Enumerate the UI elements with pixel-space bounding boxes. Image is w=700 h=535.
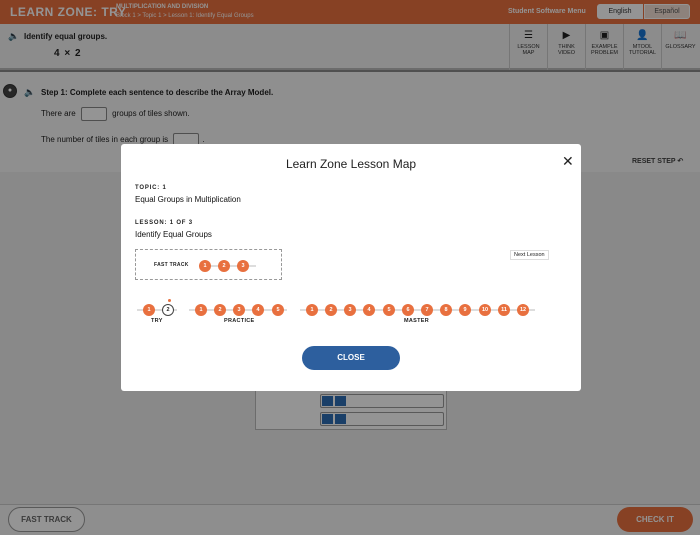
practice-step[interactable]: 3 xyxy=(233,304,245,316)
master-step[interactable]: 4 xyxy=(363,304,375,316)
practice-label: PRACTICE xyxy=(224,318,255,324)
topic-label: TOPIC: 1 xyxy=(135,185,167,191)
fast-track-step[interactable]: 3 xyxy=(237,260,249,272)
master-step[interactable]: 10 xyxy=(479,304,491,316)
master-step[interactable]: 6 xyxy=(402,304,414,316)
master-step[interactable]: 11 xyxy=(498,304,510,316)
master-step[interactable]: 3 xyxy=(344,304,356,316)
practice-step[interactable]: 4 xyxy=(252,304,264,316)
master-step[interactable]: 7 xyxy=(421,304,433,316)
practice-step[interactable]: 1 xyxy=(195,304,207,316)
master-step[interactable]: 8 xyxy=(440,304,452,316)
fast-track-step[interactable]: 1 xyxy=(199,260,211,272)
current-step-marker xyxy=(168,299,171,302)
fast-track-step[interactable]: 2 xyxy=(218,260,230,272)
fast-track-box: FAST TRACK 1 2 3 xyxy=(135,249,282,280)
try-label: TRY xyxy=(151,318,163,324)
master-step[interactable]: 12 xyxy=(517,304,529,316)
master-step[interactable]: 2 xyxy=(325,304,337,316)
practice-step[interactable]: 5 xyxy=(272,304,284,316)
try-step-current[interactable]: 2 xyxy=(162,304,174,316)
topic-name: Equal Groups in Multiplication xyxy=(135,195,241,204)
try-step[interactable]: 1 xyxy=(143,304,155,316)
lesson-label: LESSON: 1 OF 3 xyxy=(135,220,193,226)
fast-track-label: FAST TRACK xyxy=(154,262,189,268)
lesson-map-dialog: Learn Zone Lesson Map ✕ TOPIC: 1 Equal G… xyxy=(121,144,581,391)
dialog-title: Learn Zone Lesson Map xyxy=(285,157,417,171)
master-label: MASTER xyxy=(404,318,430,324)
lesson-name: Identify Equal Groups xyxy=(135,230,212,239)
next-lesson-button[interactable]: Next Lesson xyxy=(510,250,549,260)
close-icon[interactable]: ✕ xyxy=(562,153,574,170)
master-step[interactable]: 1 xyxy=(306,304,318,316)
master-step[interactable]: 9 xyxy=(459,304,471,316)
close-button[interactable]: CLOSE xyxy=(302,346,400,370)
practice-step[interactable]: 2 xyxy=(214,304,226,316)
master-step[interactable]: 5 xyxy=(383,304,395,316)
